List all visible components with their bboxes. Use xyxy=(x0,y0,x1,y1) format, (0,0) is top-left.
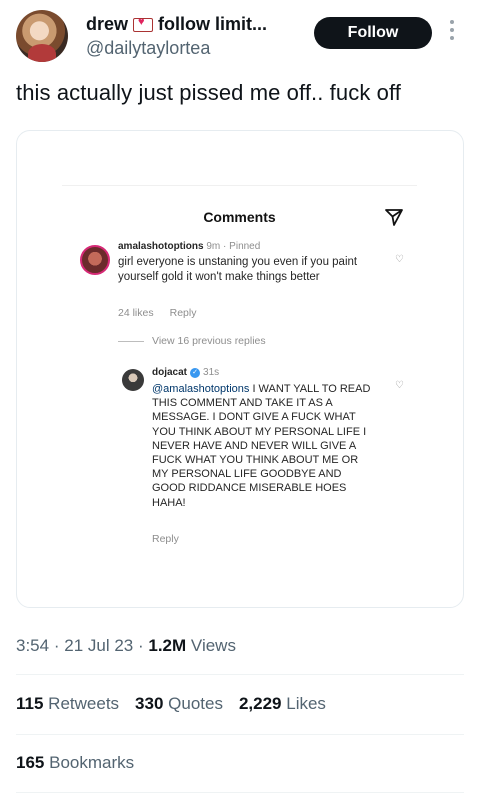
tweet-time[interactable]: 3:54 xyxy=(16,636,49,655)
author-avatar[interactable] xyxy=(16,10,68,62)
author-name-row[interactable]: drew follow limit... xyxy=(86,14,267,35)
author-display-name-suffix: follow limit... xyxy=(158,14,268,34)
comment-reply: Reply xyxy=(169,307,197,319)
reply-meta: dojacat ✓ 31s xyxy=(152,367,219,378)
reply-avatar xyxy=(122,369,144,391)
divider xyxy=(62,185,417,186)
divider xyxy=(16,734,464,735)
comments-title: Comments xyxy=(203,209,276,225)
verified-badge-icon: ✓ xyxy=(190,367,201,378)
author-handle[interactable]: @dailytaylortea xyxy=(86,38,210,59)
likes-count: 2,229 xyxy=(238,694,282,713)
divider xyxy=(118,341,144,342)
meta-dot: · xyxy=(53,636,60,655)
comment-avatar xyxy=(80,245,110,275)
meta-dot: · xyxy=(137,636,144,655)
heart-icon: ♡ xyxy=(395,380,404,391)
tweet-date[interactable]: 21 Jul 23 xyxy=(64,636,133,655)
reply-body: I WANT YALL TO READ THIS COMMENT AND TAK… xyxy=(152,383,371,509)
quotes-stat[interactable]: 330 Quotes xyxy=(135,694,223,714)
engagement-stats: 115 Retweets 330 Quotes 2,229 Likes xyxy=(16,694,326,714)
views-count: 1.2M xyxy=(148,636,187,655)
comment-actions: 24 likes Reply xyxy=(118,307,196,319)
quotes-count: 330 xyxy=(135,694,164,713)
reply-reply-label: Reply xyxy=(152,533,179,545)
bookmarks-count: 165 xyxy=(16,753,45,772)
meta-separator: · xyxy=(223,241,227,252)
tweet-header: drew follow limit... @dailytaylortea Fol… xyxy=(0,0,480,70)
quotes-label: Quotes xyxy=(168,694,223,713)
bookmarks-stat[interactable]: 165 Bookmarks xyxy=(16,753,134,773)
likes-label: Likes xyxy=(286,694,326,713)
divider xyxy=(16,792,464,793)
paper-plane-icon xyxy=(385,209,403,226)
view-replies-label: View 16 previous replies xyxy=(152,335,266,347)
comment-meta: amalashotoptions 9m · Pinned xyxy=(118,241,260,252)
reply-time: 31s xyxy=(203,367,220,378)
instagram-comments-screenshot: Comments amalashotoptions 9m · Pinned gi… xyxy=(62,185,417,605)
bookmarks-label: Bookmarks xyxy=(49,753,135,772)
reply-mention: @amalashotoptions xyxy=(152,383,250,395)
divider xyxy=(16,674,464,675)
comment-likes: 24 likes xyxy=(118,307,154,319)
tweet-timestamp: 3:54 · 21 Jul 23 · 1.2M Views xyxy=(16,636,236,656)
heart-icon: ♡ xyxy=(395,254,404,265)
retweets-count: 115 xyxy=(16,694,44,713)
views-label: Views xyxy=(190,636,236,655)
tweet-media-image[interactable]: Comments amalashotoptions 9m · Pinned gi… xyxy=(16,130,464,608)
comment-text: girl everyone is unstaning you even if y… xyxy=(118,256,358,283)
retweets-label: Retweets xyxy=(48,694,120,713)
reply-text: @amalashotoptions I WANT YALL TO READ TH… xyxy=(152,382,374,510)
comment-time: 9m xyxy=(206,241,221,252)
tweet-text: this actually just pissed me off.. fuck … xyxy=(16,80,402,105)
comment-username: amalashotoptions xyxy=(118,241,204,252)
love-letter-icon xyxy=(133,16,154,32)
author-display-name: drew xyxy=(86,14,129,34)
retweets-stat[interactable]: 115 Retweets xyxy=(16,694,119,714)
likes-stat[interactable]: 2,229 Likes xyxy=(239,694,326,714)
more-options-icon[interactable] xyxy=(448,20,456,40)
reply-username: dojacat xyxy=(152,367,188,378)
pinned-label: Pinned xyxy=(229,241,261,252)
follow-button[interactable]: Follow xyxy=(314,17,432,49)
